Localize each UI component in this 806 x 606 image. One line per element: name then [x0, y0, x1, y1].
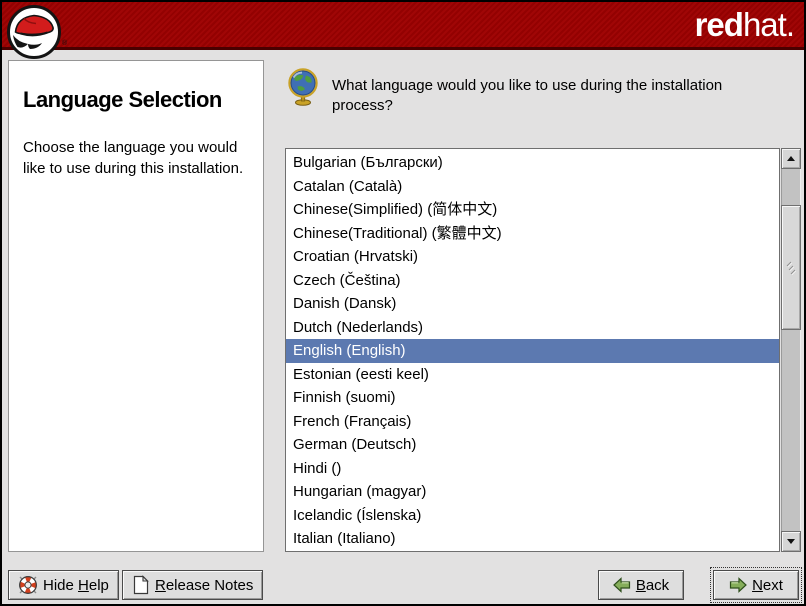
scrollbar-up-button[interactable]: [781, 148, 801, 169]
language-list[interactable]: Bulgarian (Български)Catalan (Català)Chi…: [285, 148, 780, 552]
page-title: Language Selection: [23, 87, 249, 113]
language-list-item[interactable]: German (Deutsch): [286, 433, 779, 457]
wordmark-rest: hat.: [743, 6, 794, 43]
language-list-item[interactable]: Estonian (eesti keel): [286, 363, 779, 387]
help-panel: Language Selection Choose the language y…: [8, 60, 264, 552]
wordmark-bold: red: [695, 6, 743, 43]
language-list-item[interactable]: Finnish (suomi): [286, 386, 779, 410]
language-list-item[interactable]: English (English): [286, 339, 779, 363]
language-list-item[interactable]: French (Français): [286, 410, 779, 434]
scrollbar-grip-icon: [785, 261, 797, 275]
redhat-wordmark: redhat.: [695, 2, 794, 50]
language-list-item[interactable]: Bulgarian (Български): [286, 151, 779, 175]
next-button[interactable]: Next: [713, 570, 799, 600]
next-arrow-icon: [729, 577, 747, 593]
back-button[interactable]: Back: [598, 570, 684, 600]
language-list-item[interactable]: Danish (Dansk): [286, 292, 779, 316]
language-list-item[interactable]: Italian (Italiano): [286, 527, 779, 551]
language-list-item[interactable]: Hindi (): [286, 457, 779, 481]
language-list-item[interactable]: Icelandic (Íslenska): [286, 504, 779, 528]
language-list-item[interactable]: Catalan (Català): [286, 175, 779, 199]
question-text: What language would you like to use duri…: [332, 76, 742, 117]
question-row: What language would you like to use duri…: [286, 68, 742, 117]
scrollbar-down-button[interactable]: [781, 531, 801, 552]
document-icon: [132, 575, 150, 595]
language-list-item[interactable]: Dutch (Nederlands): [286, 316, 779, 340]
globe-icon: [286, 68, 320, 106]
language-listbox: Bulgarian (Български)Catalan (Català)Chi…: [285, 148, 801, 552]
installer-window: redhat. ® Language Selection Choose the …: [0, 0, 806, 606]
scrollbar-thumb[interactable]: [781, 205, 801, 330]
release-notes-label: Release Notes: [155, 577, 253, 594]
life-preserver-icon: [18, 575, 38, 595]
back-arrow-icon: [613, 577, 631, 593]
back-label: Back: [636, 577, 669, 594]
release-notes-button[interactable]: Release Notes: [122, 570, 263, 600]
next-label: Next: [752, 577, 783, 594]
language-list-item[interactable]: Chinese(Simplified) (简体中文): [286, 198, 779, 222]
header-bar: redhat.: [2, 2, 804, 50]
scrollbar-down-icon: [787, 539, 795, 544]
scrollbar-track[interactable]: [781, 169, 801, 531]
hide-help-button[interactable]: Hide Help: [8, 570, 119, 600]
scrollbar-up-icon: [787, 156, 795, 161]
language-list-item[interactable]: Croatian (Hrvatski): [286, 245, 779, 269]
language-list-item[interactable]: Chinese(Traditional) (繁體中文): [286, 222, 779, 246]
registered-trademark: ®: [62, 40, 67, 47]
scrollbar: [781, 148, 801, 552]
language-list-item[interactable]: Czech (Čeština): [286, 269, 779, 293]
shadowman-logo-icon: [6, 4, 62, 60]
hide-help-label: Hide Help: [43, 577, 109, 594]
help-text: Choose the language you would like to us…: [23, 137, 249, 179]
language-list-item[interactable]: Hungarian (magyar): [286, 480, 779, 504]
